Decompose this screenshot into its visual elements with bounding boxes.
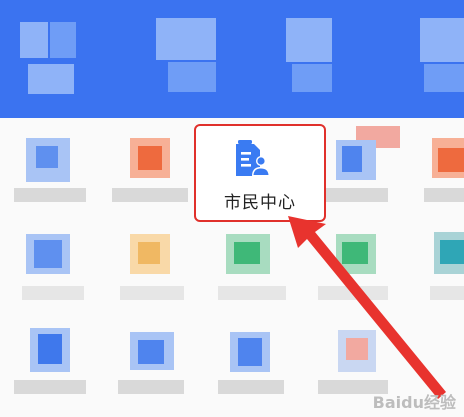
citizen-center-label: 市民中心	[224, 193, 296, 213]
citizen-profile-document-icon	[236, 140, 270, 176]
blurred-header-banner	[0, 0, 464, 118]
citizen-center-service[interactable]: 市民中心	[194, 124, 326, 222]
baidu-watermark: Baidu经验	[372, 393, 456, 412]
